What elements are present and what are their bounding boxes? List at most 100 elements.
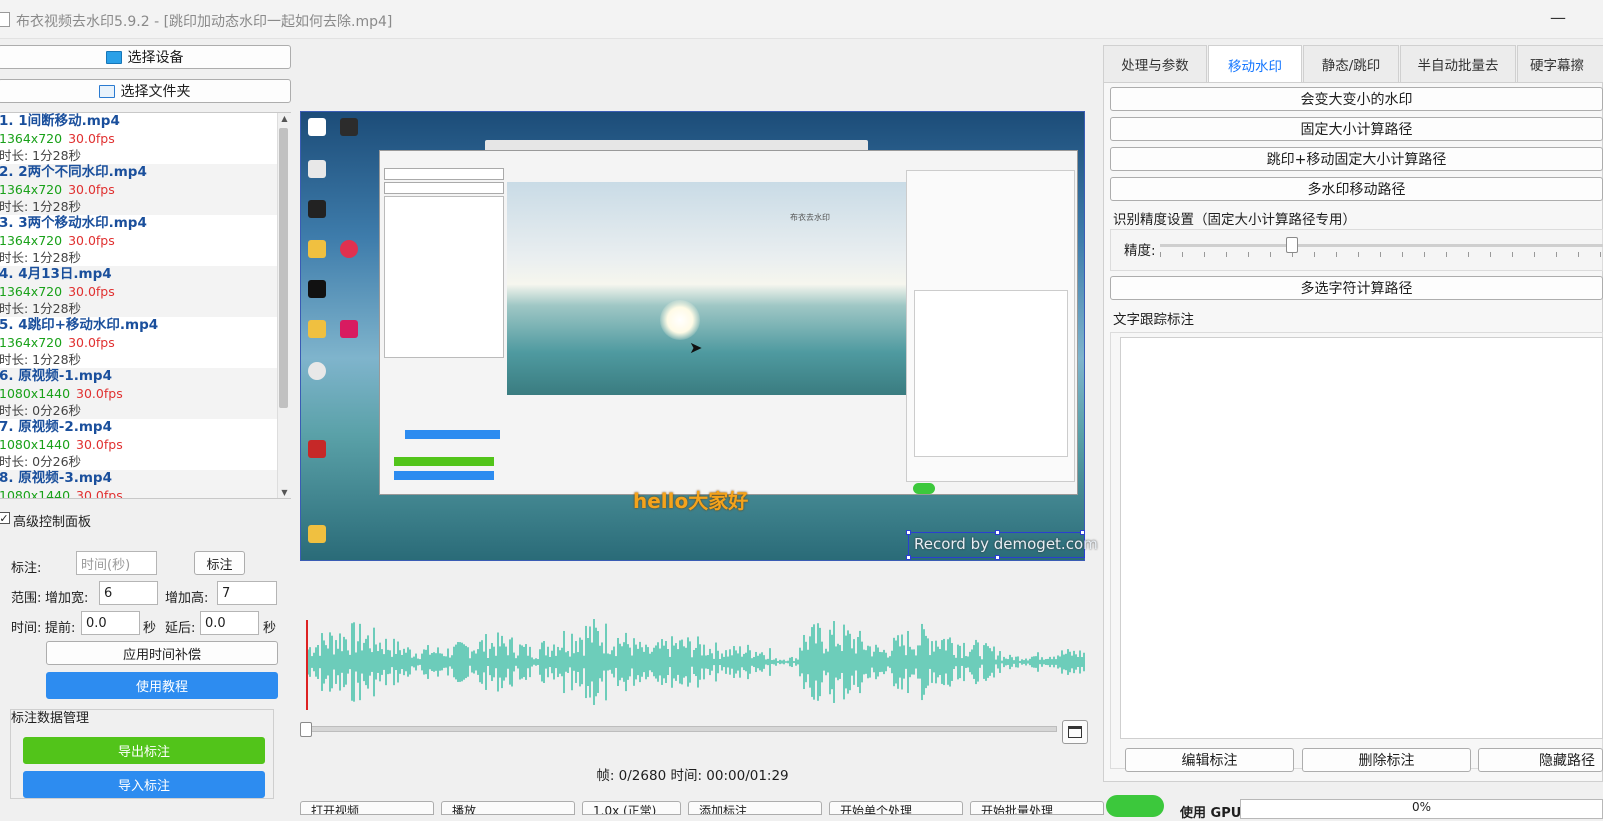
resize-handle[interactable] (995, 555, 1000, 560)
file-resolution: 1364x720 (0, 182, 63, 197)
tab-static-jump[interactable]: 静态/跳印 (1303, 45, 1399, 82)
start-batch-button[interactable]: 开始批量处理 (970, 801, 1104, 815)
desktop-file-icon (308, 160, 326, 178)
progress-bar: 0% (1240, 799, 1603, 819)
fullscreen-button[interactable] (1062, 720, 1088, 744)
file-meta: 1080x1440 30.0fps (0, 436, 290, 453)
jump-move-path-button[interactable]: 跳印+移动固定大小计算路径 (1110, 147, 1603, 171)
recorded-export-button (394, 457, 494, 466)
tab-process-params[interactable]: 处理与参数 (1103, 45, 1207, 82)
select-device-label: 选择设备 (127, 50, 184, 66)
window-title: 布衣视频去水印5.9.2 - [跳印加动态水印一起如何去除.mp4] (16, 14, 393, 30)
desktop-app-icon (340, 240, 358, 258)
mark-time-input[interactable]: 时间(秒) (76, 551, 157, 575)
tab-semi-auto-batch[interactable]: 半自动批量去 (1400, 45, 1516, 82)
precision-slider-handle[interactable] (1286, 237, 1298, 253)
add-width-label: 增加宽: (45, 591, 89, 606)
tab-hard-subtitle[interactable]: 硬字幕擦 (1517, 45, 1603, 82)
slider-tick (1534, 252, 1535, 257)
list-item[interactable]: 2. 2两个不同水印.mp4 1364x720 30.0fps 时长: 1分28秒 (0, 164, 290, 215)
file-fps: 30.0fps (68, 233, 115, 248)
select-folder-button[interactable]: 选择文件夹 (0, 79, 291, 103)
file-duration: 时长: 1分28秒 (0, 301, 82, 316)
list-item[interactable]: 8. 原视频-3.mp4 1080x1440 30.0fps (0, 470, 290, 498)
file-duration: 时长: 0分26秒 (0, 454, 82, 469)
scrollbar-thumb[interactable] (279, 128, 288, 408)
delete-mark-button[interactable]: 删除标注 (1302, 748, 1471, 772)
file-name: 4. 4月13日.mp4 (0, 266, 112, 282)
mark-label: 标注: (11, 561, 42, 576)
export-marks-button[interactable]: 导出标注 (23, 737, 265, 764)
resize-handle[interactable] (906, 530, 911, 535)
edit-mark-button[interactable]: 编辑标注 (1125, 748, 1294, 772)
file-fps: 30.0fps (76, 386, 123, 401)
sun-glow (660, 300, 700, 340)
tracking-list[interactable] (1120, 337, 1603, 739)
file-meta: 1080x1440 30.0fps (0, 385, 290, 402)
resize-handle[interactable] (906, 555, 911, 560)
list-item[interactable]: 4. 4月13日.mp4 1364x720 30.0fps 时长: 1分28秒 (0, 266, 290, 317)
desktop-app-icon (340, 118, 358, 136)
recorded-select-device-button (384, 168, 504, 180)
recorded-import-button (394, 471, 494, 480)
file-name: 6. 原视频-1.mp4 (0, 368, 112, 384)
list-item[interactable]: 6. 原视频-1.mp4 1080x1440 30.0fps 时长: 0分26秒 (0, 368, 290, 419)
open-video-button[interactable]: 打开视频 (300, 801, 434, 815)
file-meta: 1364x720 30.0fps (0, 283, 290, 300)
file-resolution: 1364x720 (0, 233, 63, 248)
slider-tick (1600, 252, 1601, 257)
multi-watermark-path-button[interactable]: 多水印移动路径 (1110, 177, 1603, 201)
timeline-slider-handle[interactable] (300, 722, 312, 737)
add-height-input[interactable]: 7 (217, 581, 277, 605)
multi-char-path-button[interactable]: 多选字符计算路径 (1110, 276, 1603, 300)
file-list[interactable]: 1. 1间断移动.mp4 1364x720 30.0fps 时长: 1分28秒 2. 2… (0, 112, 291, 499)
speed-select[interactable]: 1.0x (正常) (582, 801, 681, 815)
tab-moving-watermark[interactable]: 移动水印 (1208, 45, 1302, 83)
apply-time-button[interactable]: 应用时间补偿 (46, 641, 278, 665)
list-item[interactable]: 7. 原视频-2.mp4 1080x1440 30.0fps 时长: 0分26秒 (0, 419, 290, 470)
select-device-button[interactable]: 选择设备 (0, 45, 291, 69)
minimize-button[interactable]: — (1548, 8, 1568, 28)
file-resolution: 1364x720 (0, 284, 63, 299)
file-resolution: 1080x1440 (0, 386, 71, 401)
import-marks-button[interactable]: 导入标注 (23, 771, 265, 798)
file-name: 5. 4跳印+移动水印.mp4 (0, 317, 159, 333)
hide-path-button[interactable]: 隐藏路径 (1478, 748, 1603, 772)
start-single-button[interactable]: 开始单个处理 (829, 801, 963, 815)
add-mark-button[interactable]: 添加标注 (688, 801, 822, 815)
file-name: 8. 原视频-3.mp4 (0, 470, 112, 486)
recorded-file-list (384, 196, 504, 358)
audio-waveform[interactable] (300, 615, 1085, 710)
advance-input[interactable]: 0.0 (81, 611, 140, 635)
monitor-icon (105, 50, 122, 64)
file-name: 2. 2两个不同水印.mp4 (0, 164, 147, 180)
play-button[interactable]: 播放 (441, 801, 575, 815)
delay-label: 延后: (165, 621, 196, 636)
desktop-app-icon (308, 118, 326, 136)
file-meta: 1364x720 30.0fps (0, 130, 290, 147)
folder-icon (98, 84, 115, 98)
size-change-watermark-button[interactable]: 会变大变小的水印 (1110, 87, 1603, 111)
gpu-toggle[interactable] (1106, 795, 1164, 817)
add-width-input[interactable]: 6 (99, 581, 158, 605)
fixed-size-path-button[interactable]: 固定大小计算路径 (1110, 117, 1603, 141)
scroll-up-arrow-icon[interactable]: ▲ (278, 114, 291, 123)
list-item[interactable]: 3. 3两个移动水印.mp4 1364x720 30.0fps 时长: 1分28秒 (0, 215, 290, 266)
slider-tick (1336, 252, 1337, 257)
list-item[interactable]: 1. 1间断移动.mp4 1364x720 30.0fps 时长: 1分28秒 (0, 113, 290, 164)
slider-tick (1314, 252, 1315, 257)
file-duration: 时长: 1分28秒 (0, 352, 82, 367)
slider-tick (1402, 252, 1403, 257)
slider-tick (1490, 252, 1491, 257)
precision-slider-track[interactable] (1160, 244, 1603, 247)
timeline-slider-track[interactable] (305, 726, 1057, 732)
scroll-down-arrow-icon[interactable]: ▼ (278, 488, 291, 497)
advance-label: 提前: (45, 621, 76, 636)
tutorial-button[interactable]: 使用教程 (46, 672, 278, 699)
slider-tick (1578, 252, 1579, 257)
advanced-checkbox[interactable]: ✓ (0, 512, 10, 524)
file-name: 3. 3两个移动水印.mp4 (0, 215, 147, 231)
list-item[interactable]: 5. 4跳印+移动水印.mp4 1364x720 30.0fps 时长: 1分28秒 (0, 317, 290, 368)
mark-button[interactable]: 标注 (194, 551, 245, 575)
delay-input[interactable]: 0.0 (200, 611, 259, 635)
